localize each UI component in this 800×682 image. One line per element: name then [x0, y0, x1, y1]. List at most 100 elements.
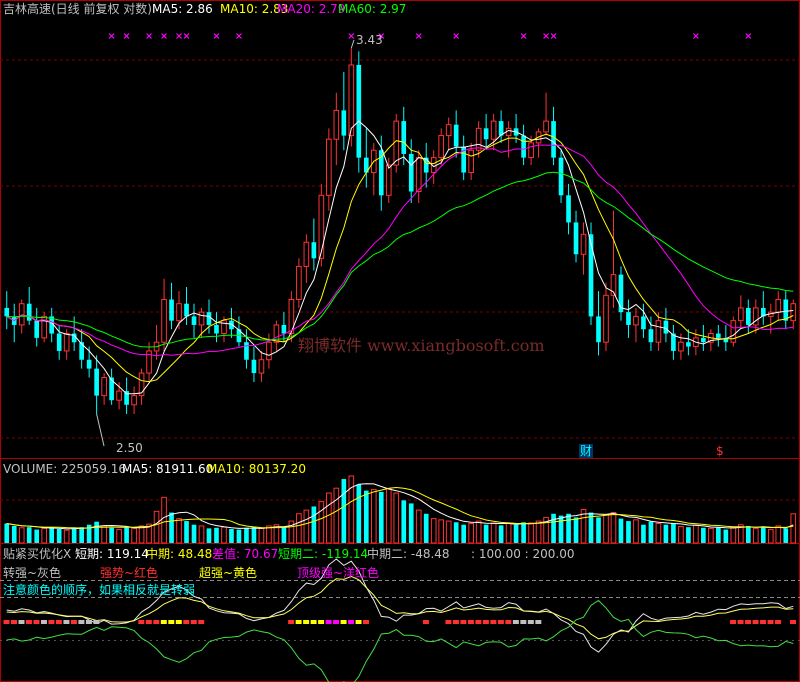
candle-body [528, 142, 534, 159]
short-term2-value: 短期二: -119.14 [278, 547, 369, 561]
candle-body [521, 135, 526, 158]
volume-bar [603, 514, 609, 544]
candle-body [551, 121, 556, 158]
status-block [63, 620, 70, 624]
candle-body [4, 307, 10, 317]
candle-body [543, 120, 549, 133]
signal-cross-mark [745, 33, 752, 39]
volume-bar [236, 529, 242, 543]
candle-body [326, 138, 332, 196]
volume-bar [206, 528, 212, 543]
status-block [198, 620, 205, 624]
dividend-mark[interactable]: $ [716, 444, 724, 458]
volume-label: VOLUME: 225059.16 [3, 462, 126, 476]
status-block [145, 620, 152, 624]
legend-yellow: 超强~黄色 [199, 566, 258, 580]
candle-body [318, 194, 325, 259]
volume-bar [783, 528, 789, 543]
candle-body [191, 316, 197, 325]
volume-bar [716, 527, 721, 543]
volume-bar [109, 527, 114, 543]
volume-bar [618, 518, 624, 543]
candle-body [198, 311, 205, 326]
candle-body [558, 157, 564, 196]
status-block [355, 620, 362, 624]
candle-body [603, 294, 609, 343]
volume-bar [266, 525, 272, 544]
status-block [340, 620, 347, 624]
status-block [333, 620, 340, 624]
status-block [70, 620, 77, 624]
volume-bar [161, 496, 167, 544]
status-block [452, 620, 459, 624]
candle-body [737, 307, 744, 322]
indicator-name: 贴紧买优化X [3, 547, 72, 561]
status-block [310, 620, 317, 624]
volume-bar [708, 527, 714, 544]
mid-term2-value: 中期二: -48.48 [367, 547, 450, 561]
volume-bar [505, 523, 512, 544]
candle-body [648, 329, 654, 343]
signal-cross-mark [213, 33, 220, 39]
price-panel [4, 33, 797, 447]
candle-body [266, 341, 272, 361]
volume-bar [498, 525, 504, 543]
candle-body [169, 299, 174, 321]
volume-bar [79, 527, 84, 543]
candle-body [63, 333, 70, 352]
volume-bar [752, 527, 759, 544]
high-pointer [350, 39, 355, 49]
candle-body [34, 320, 40, 338]
volume-bar [138, 525, 145, 544]
volume-bar [4, 523, 10, 543]
candle-body [131, 395, 137, 406]
legend-note: 注意颜色的顺序，如果相反就是转弱 [3, 583, 196, 597]
volume-bar [415, 509, 422, 544]
status-block [752, 620, 759, 624]
candle-body [453, 124, 459, 147]
volume-bar [513, 524, 519, 543]
candle-body [588, 234, 594, 317]
status-block [325, 620, 332, 624]
status-block [790, 620, 796, 624]
candle-body [641, 316, 646, 330]
volume-bar [438, 519, 445, 544]
volume-panel [4, 475, 797, 544]
candle-body [566, 195, 571, 223]
candle-body [356, 64, 362, 158]
volume-bar [49, 527, 55, 543]
status-block [535, 620, 542, 624]
status-block [78, 620, 85, 624]
volume-bar [655, 523, 662, 544]
volume-bar [641, 524, 646, 543]
volume-bar [326, 492, 332, 544]
candle-body [251, 359, 257, 374]
candle-body [176, 303, 182, 322]
financial-report-mark[interactable]: 财 [579, 444, 594, 458]
status-block [512, 620, 519, 624]
signal-cross-mark [550, 33, 557, 39]
candle-body [333, 109, 340, 140]
ma20-label: MA20: 2.79 [277, 2, 346, 16]
candle-body [483, 128, 489, 140]
status-block [737, 620, 744, 624]
volume-bar [221, 526, 227, 544]
volume-bar [303, 509, 310, 544]
status-block [183, 620, 190, 624]
signal-cross-mark [543, 33, 549, 39]
volume-bar [318, 501, 325, 544]
volume-bar [214, 527, 219, 543]
volume-bar [281, 527, 287, 543]
status-block [527, 620, 534, 624]
volume-bar [775, 525, 782, 544]
candle-body [633, 315, 639, 326]
signal-cross-mark [108, 33, 115, 39]
volume-bar [521, 522, 526, 543]
status-block [303, 620, 310, 624]
candle-body [716, 333, 721, 338]
signal-cross-mark [146, 33, 152, 39]
status-block [55, 620, 62, 624]
status-block [85, 620, 92, 624]
volume-bar [566, 513, 571, 543]
signal-cross-mark [348, 33, 355, 39]
